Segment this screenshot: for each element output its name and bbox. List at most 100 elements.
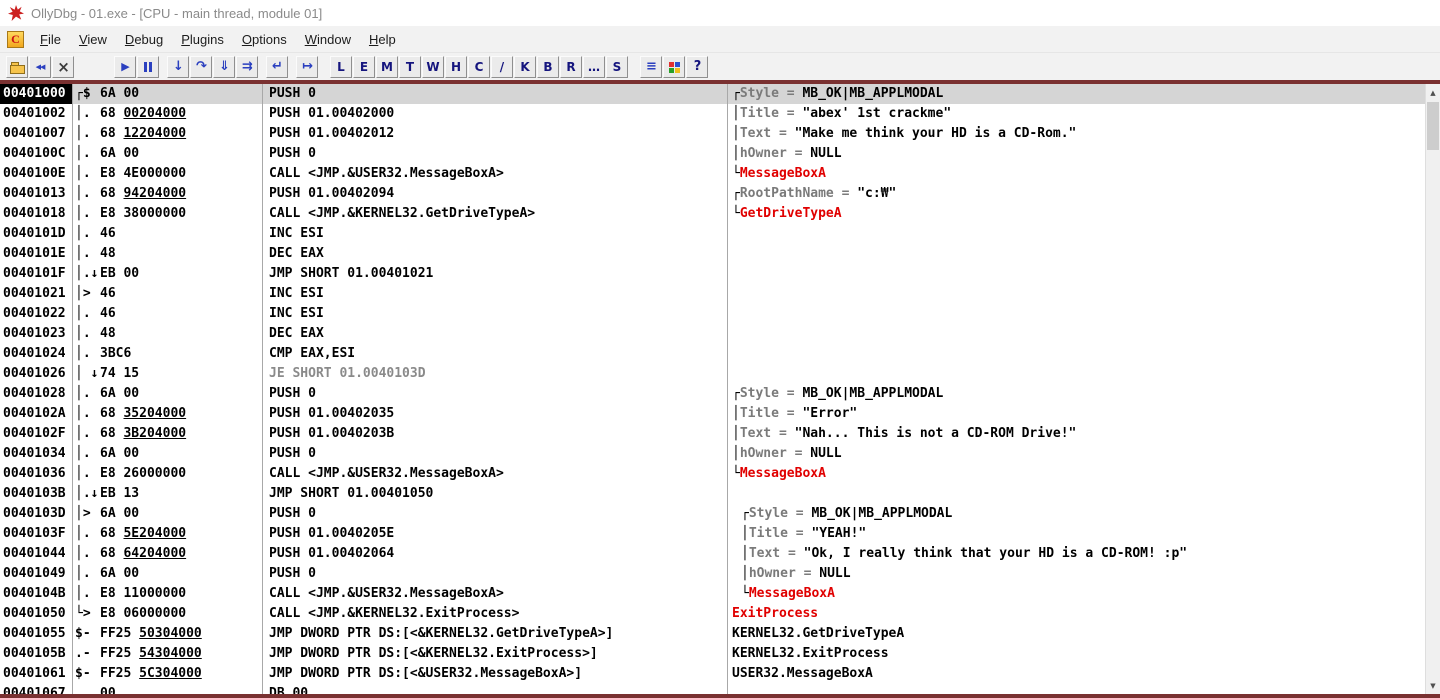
disassembly-row[interactable]: 00401028 │. 6A 00 PUSH 0 ┌Style = MB_OK|M… xyxy=(0,384,1425,404)
goto-icon: ↦ xyxy=(302,59,313,74)
step-into-button[interactable]: ↓ xyxy=(167,55,189,78)
disassembly-row[interactable]: 00401050 └> E8 06000000 CALL <JMP.&KERNEL… xyxy=(0,604,1425,624)
hex-bytes: 68 xyxy=(100,546,124,561)
comment-cell xyxy=(728,484,1425,504)
breakpoints-window-button[interactable]: B xyxy=(537,55,559,78)
memory-map-button[interactable]: M xyxy=(376,55,398,78)
comment-cell: └GetDriveTypeA xyxy=(728,204,1425,224)
restart-button[interactable]: ◀◀ xyxy=(29,55,51,78)
comment-cell: └MessageBoxA xyxy=(728,584,1425,604)
hex-bytes: E8 06000000 xyxy=(100,606,187,621)
disassembly-row[interactable]: 00401026 │ ↓ 74 15 JE SHORT 01.0040103D xyxy=(0,364,1425,384)
cpu-document-icon[interactable]: C xyxy=(7,30,24,48)
open-file-button[interactable] xyxy=(6,55,28,78)
patches-window-button[interactable]: / xyxy=(491,55,513,78)
comment-label: Style = xyxy=(739,86,803,101)
go-to-address-button[interactable]: ↦ xyxy=(296,55,318,78)
address-cell: 0040100C xyxy=(0,144,73,164)
menu-item-help[interactable]: Help xyxy=(360,29,405,50)
comment-cell: ┌RootPathName = "c:₩" xyxy=(728,184,1425,204)
run-button[interactable]: ▶ xyxy=(114,55,136,78)
address-cell: 00401026 xyxy=(0,364,73,384)
menu-item-file[interactable]: File xyxy=(31,29,70,50)
comment-content: │Text = "Nah... This is not a CD-ROM Dri… xyxy=(732,426,1076,441)
comment-content: ┌Style = MB_OK|MB_APPLMODAL xyxy=(732,504,952,524)
animate-over-button[interactable]: ⇉ xyxy=(236,55,258,78)
flow-prefix: └> xyxy=(75,606,91,621)
menu-item-options[interactable]: Options xyxy=(233,29,296,50)
disassembly-cell: CALL <JMP.&USER32.MessageBoxA> xyxy=(263,584,728,604)
address-cell: 0040102F xyxy=(0,424,73,444)
disassembly-row[interactable]: 00401036 │. E8 26000000 CALL <JMP.&USER32… xyxy=(0,464,1425,484)
hex-bytes: 68 xyxy=(100,426,124,441)
threads-window-button[interactable]: T xyxy=(399,55,421,78)
disassembly-row[interactable]: 00401044 │. 68 64204000 PUSH 01.00402064 … xyxy=(0,544,1425,564)
disassembly-row[interactable]: 00401022 │. 46 INC ESI xyxy=(0,304,1425,324)
disassembly-row[interactable]: 0040101D │. 46 INC ESI xyxy=(0,224,1425,244)
disassembly-row[interactable]: 00401021 │> 46 INC ESI xyxy=(0,284,1425,304)
disassembly-row[interactable]: 00401023 │. 48 DEC EAX xyxy=(0,324,1425,344)
run-trace-button[interactable]: … xyxy=(583,55,605,78)
call-stack-button[interactable]: K xyxy=(514,55,536,78)
disassembly-row[interactable]: 0040100C │. 6A 00 PUSH 0 │hOwner = NULL xyxy=(0,144,1425,164)
animate-into-button[interactable]: ⇓ xyxy=(213,55,235,78)
disassembly-row[interactable]: 00401061 $- FF25 5C304000 JMP DWORD PTR D… xyxy=(0,664,1425,684)
open-windows-button[interactable]: ≡ xyxy=(640,55,662,78)
disassembly-row[interactable]: 00401049 │. 6A 00 PUSH 0 │hOwner = NULL xyxy=(0,564,1425,584)
disassembly-row[interactable]: 00401000 ┌$ 6A 00 PUSH 0 ┌Style = MB_OK|M… xyxy=(0,84,1425,104)
disassembly-row[interactable]: 0040103B │.↓ EB 13 JMP SHORT 01.00401050 xyxy=(0,484,1425,504)
disassembly-cell: JE SHORT 01.0040103D xyxy=(263,364,728,384)
close-program-button[interactable]: × xyxy=(52,55,74,78)
cpu-window-icon: C xyxy=(474,59,484,74)
references-window-button[interactable]: R xyxy=(560,55,582,78)
vertical-scrollbar[interactable]: ▲ ▼ xyxy=(1425,84,1440,694)
disassembly-row[interactable]: 00401024 │. 3BC6 CMP EAX,ESI xyxy=(0,344,1425,364)
executable-modules-button[interactable]: E xyxy=(353,55,375,78)
help-button[interactable]: ? xyxy=(686,55,708,78)
step-over-button[interactable]: ↷ xyxy=(190,55,212,78)
menu-item-window[interactable]: Window xyxy=(296,29,360,50)
disassembly-row[interactable]: 00401002 │. 68 00204000 PUSH 01.00402000 … xyxy=(0,104,1425,124)
ollydbg-app-icon xyxy=(8,5,24,21)
menu-item-plugins[interactable]: Plugins xyxy=(172,29,233,50)
disassembly-row[interactable]: 00401018 │. E8 38000000 CALL <JMP.&KERNEL… xyxy=(0,204,1425,224)
execute-till-return-button[interactable]: ↵ xyxy=(266,55,288,78)
disassembly-row[interactable]: 0040104B │. E8 11000000 CALL <JMP.&USER32… xyxy=(0,584,1425,604)
appearance-button[interactable] xyxy=(663,55,685,78)
menu-item-debug[interactable]: Debug xyxy=(116,29,172,50)
disassembly-row[interactable]: 00401055 $- FF25 50304000 JMP DWORD PTR D… xyxy=(0,624,1425,644)
comment-content: │hOwner = NULL xyxy=(732,564,851,584)
disassembly-rows: 00401000 ┌$ 6A 00 PUSH 0 ┌Style = MB_OK|M… xyxy=(0,84,1425,694)
hex-bytes: 46 xyxy=(100,226,116,241)
comment-bracket: │ xyxy=(732,146,740,161)
pause-button[interactable] xyxy=(137,55,159,78)
disassembly-row[interactable]: 0040101E │. 48 DEC EAX xyxy=(0,244,1425,264)
disassembly-row[interactable]: 00401007 │. 68 12204000 PUSH 01.00402012 … xyxy=(0,124,1425,144)
cpu-window-button[interactable]: C xyxy=(468,55,490,78)
handles-window-button[interactable]: H xyxy=(445,55,467,78)
disassembly-row[interactable]: 0040103D │> 6A 00 PUSH 0 ┌Style = MB_OK|M… xyxy=(0,504,1425,524)
disassembly-row[interactable]: 00401034 │. 6A 00 PUSH 0 │hOwner = NULL xyxy=(0,444,1425,464)
disassembly-row[interactable]: 0040102F │. 68 3B204000 PUSH 01.0040203B … xyxy=(0,424,1425,444)
disassembly-row[interactable]: 0040101F │.↓ EB 00 JMP SHORT 01.00401021 xyxy=(0,264,1425,284)
menu-item-view[interactable]: View xyxy=(70,29,116,50)
hex-dump-cell: │> 6A 00 xyxy=(73,504,263,524)
source-window-button[interactable]: S xyxy=(606,55,628,78)
comment-cell xyxy=(728,324,1425,344)
scroll-up-button[interactable]: ▲ xyxy=(1426,84,1440,101)
disassembly-cell: PUSH 0 xyxy=(263,444,728,464)
hex-bytes: FF25 xyxy=(100,666,140,681)
call-stack-icon: K xyxy=(520,59,530,74)
windows-list-button[interactable]: W xyxy=(422,55,444,78)
disassembly-row[interactable]: 0040100E │. E8 4E000000 CALL <JMP.&USER32… xyxy=(0,164,1425,184)
disassembly-cell: JMP SHORT 01.00401021 xyxy=(263,264,728,284)
scroll-down-button[interactable]: ▼ xyxy=(1426,677,1440,694)
disassembly-row[interactable]: 00401013 │. 68 94204000 PUSH 01.00402094 … xyxy=(0,184,1425,204)
scrollbar-thumb[interactable] xyxy=(1427,102,1439,150)
disassembly-row[interactable]: 0040102A │. 68 35204000 PUSH 01.00402035 … xyxy=(0,404,1425,424)
disassembly-row[interactable]: 0040105B .- FF25 54304000 JMP DWORD PTR D… xyxy=(0,644,1425,664)
disassembly-row[interactable]: 0040103F │. 68 5E204000 PUSH 01.0040205E … xyxy=(0,524,1425,544)
disassembly-row[interactable]: 00401067 00 DB 00 xyxy=(0,684,1425,694)
comment-value: NULL xyxy=(810,146,842,161)
log-window-button[interactable]: L xyxy=(330,55,352,78)
